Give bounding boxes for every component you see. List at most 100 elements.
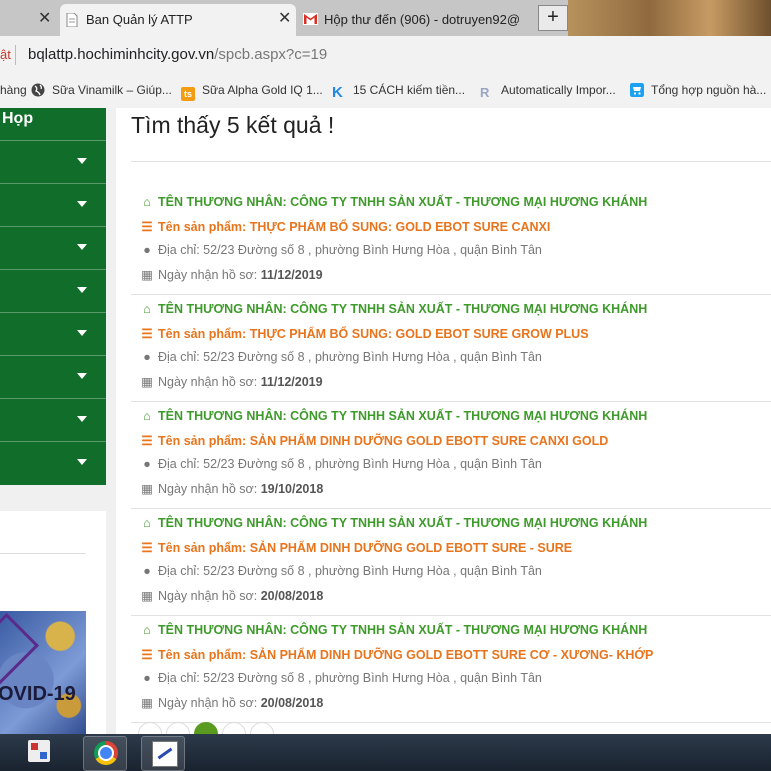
- page-button[interactable]: [250, 722, 274, 734]
- banner-shape: [0, 612, 40, 686]
- tab-close-icon[interactable]: ✕: [38, 10, 51, 28]
- address-line: ● Địa chỉ: 52/23 Đường số 8 , phường Bình…: [141, 457, 542, 471]
- address-label: Địa chỉ:: [158, 457, 200, 471]
- address-value: 52/23 Đường số 8 , phường Bình Hưng Hòa …: [203, 243, 542, 257]
- address-label: Địa chỉ:: [158, 671, 200, 685]
- caret-down-icon: [77, 373, 87, 379]
- product-name: SẢN PHẨM DINH DƯỠNG GOLD EBOTT SURE CANX…: [249, 434, 609, 448]
- ime-icon: [28, 740, 50, 762]
- bookmark-item[interactable]: Sữa Vinamilk – Giúp...: [31, 83, 172, 97]
- security-status[interactable]: ật: [0, 47, 11, 62]
- page-button[interactable]: [166, 722, 190, 734]
- result-item: ⌂ TÊN THƯƠNG NHÂN: CÔNG TY TNHH SẢN XUẤT …: [131, 294, 771, 402]
- results-panel: Tìm thấy 5 kết quả ! ⌂ TÊN THƯƠNG NHÂN: C…: [116, 108, 771, 734]
- bookmark-item[interactable]: R Automatically Impor...: [480, 83, 616, 100]
- tab-previous[interactable]: ✕: [0, 4, 58, 36]
- page-button[interactable]: [138, 722, 162, 734]
- calendar-icon: ▦: [141, 375, 153, 389]
- sidebar-menu-item[interactable]: [0, 269, 106, 312]
- gmail-icon: [303, 13, 318, 25]
- bookmark-item[interactable]: ts Sữa Alpha Gold IQ 1...: [181, 83, 323, 101]
- date-value: 11/12/2019: [260, 268, 323, 282]
- date-line: ▦ Ngày nhận hồ sơ: 11/12/2019: [141, 267, 323, 282]
- bookmark-item[interactable]: hàng: [0, 83, 27, 97]
- url-path: /spcb.aspx?c=19: [214, 46, 328, 63]
- result-item: ⌂ TÊN THƯƠNG NHÂN: CÔNG TY TNHH SẢN XUẤT …: [131, 187, 771, 295]
- divider: [0, 553, 86, 554]
- product-line[interactable]: ☰ Tên sản phẩm: THỰC PHẨM BỔ SUNG: GOLD E…: [141, 326, 588, 341]
- bookmark-item[interactable]: K 15 CÁCH kiếm tiền...: [332, 83, 465, 100]
- product-line[interactable]: ☰ Tên sản phẩm: SẢN PHẨM DINH DƯỠNG GOLD …: [141, 540, 572, 555]
- date-label: Ngày nhận hồ sơ:: [158, 696, 258, 710]
- divider: [131, 161, 771, 162]
- address-value: 52/23 Đường số 8 , phường Bình Hưng Hòa …: [203, 350, 542, 364]
- map-marker-icon: ●: [143, 243, 151, 257]
- date-label: Ngày nhận hồ sơ:: [158, 375, 258, 389]
- caret-down-icon: [77, 416, 87, 422]
- sidebar-menu-item[interactable]: [0, 312, 106, 355]
- merchant-line[interactable]: ⌂ TÊN THƯƠNG NHÂN: CÔNG TY TNHH SẢN XUẤT …: [141, 409, 647, 423]
- kr-icon: R: [480, 85, 490, 100]
- k-icon: K: [332, 84, 343, 101]
- bookmark-item[interactable]: Tổng hợp nguồn hà...: [630, 83, 766, 97]
- sidebar-menu-item[interactable]: [0, 226, 106, 269]
- sidebar-heading[interactable]: Họp: [0, 108, 106, 140]
- merchant-line[interactable]: ⌂ TÊN THƯƠNG NHÂN: CÔNG TY TNHH SẢN XUẤT …: [141, 623, 647, 637]
- product-label: Tên sản phẩm:: [158, 327, 247, 341]
- date-label: Ngày nhận hồ sơ:: [158, 482, 258, 496]
- sidebar-menu-item[interactable]: [0, 140, 106, 183]
- address-line: ● Địa chỉ: 52/23 Đường số 8 , phường Bình…: [141, 350, 542, 364]
- caret-down-icon: [77, 330, 87, 336]
- merchant-line[interactable]: ⌂ TÊN THƯƠNG NHÂN: CÔNG TY TNHH SẢN XUẤT …: [141, 302, 647, 316]
- product-line[interactable]: ☰ Tên sản phẩm: SẢN PHẨM DINH DƯỠNG GOLD …: [141, 647, 653, 662]
- product-label: Tên sản phẩm:: [158, 434, 247, 448]
- home-icon: ⌂: [143, 409, 151, 423]
- list-icon: ☰: [141, 541, 153, 555]
- address-value: 52/23 Đường số 8 , phường Bình Hưng Hòa …: [203, 564, 542, 578]
- url-host: bqlattp.hochiminhcity.gov.vn: [28, 46, 215, 63]
- tab-close-icon[interactable]: ✕: [278, 10, 291, 28]
- product-line[interactable]: ☰ Tên sản phẩm: SẢN PHẨM DINH DƯỠNG GOLD …: [141, 433, 608, 448]
- page-button[interactable]: [194, 722, 218, 734]
- merchant-label: TÊN THƯƠNG NHÂN:: [158, 195, 287, 209]
- caret-down-icon: [77, 158, 87, 164]
- taskbar-app-ime[interactable]: [18, 736, 60, 769]
- bookmark-label: 15 CÁCH kiếm tiền...: [353, 83, 466, 97]
- product-name: SẢN PHẨM DINH DƯỠNG GOLD EBOTT SURE CƠ -…: [249, 648, 654, 662]
- address-bar[interactable]: ật bqlattp.hochiminhcity.gov.vn/spcb.asp…: [0, 36, 771, 74]
- product-line[interactable]: ☰ Tên sản phẩm: THỰC PHẨM BỔ SUNG: GOLD E…: [141, 219, 550, 234]
- sidebar-menu-item[interactable]: [0, 355, 106, 398]
- bookmark-label: Sữa Vinamilk – Giúp...: [52, 83, 172, 97]
- date-line: ▦ Ngày nhận hồ sơ: 11/12/2019: [141, 374, 323, 389]
- address-label: Địa chỉ:: [158, 564, 200, 578]
- date-line: ▦ Ngày nhận hồ sơ: 20/08/2018: [141, 695, 323, 710]
- address-value: 52/23 Đường số 8 , phường Bình Hưng Hòa …: [203, 671, 542, 685]
- list-icon: ☰: [141, 648, 153, 662]
- list-icon: ☰: [141, 434, 153, 448]
- sidebar-menu-item[interactable]: [0, 441, 106, 484]
- desktop-wallpaper: [568, 0, 771, 36]
- tab-active[interactable]: Ban Quản lý ATTP ✕: [60, 4, 296, 36]
- page-button[interactable]: [222, 722, 246, 734]
- cart-icon: [630, 83, 644, 97]
- date-value: 20/08/2018: [260, 696, 324, 710]
- taskbar-app-paint[interactable]: [141, 736, 185, 771]
- caret-down-icon: [77, 244, 87, 250]
- covid-banner[interactable]: OVID-19: [0, 611, 86, 734]
- sidebar-widget: OVID-19: [0, 511, 106, 734]
- tab-gmail[interactable]: Hộp thư đến (906) - dotruyen92@: [298, 4, 536, 36]
- merchant-line[interactable]: ⌂ TÊN THƯƠNG NHÂN: CÔNG TY TNHH SẢN XUẤT …: [141, 195, 647, 209]
- merchant-line[interactable]: ⌂ TÊN THƯƠNG NHÂN: CÔNG TY TNHH SẢN XUẤT …: [141, 516, 647, 530]
- taskbar-app-chrome[interactable]: [83, 736, 127, 771]
- new-tab-button[interactable]: +: [538, 5, 568, 31]
- caret-down-icon: [77, 287, 87, 293]
- merchant-label: TÊN THƯƠNG NHÂN:: [158, 516, 287, 530]
- globe-icon: [31, 83, 45, 97]
- home-icon: ⌂: [143, 623, 151, 637]
- sidebar-menu-item[interactable]: [0, 398, 106, 441]
- address-value: 52/23 Đường số 8 , phường Bình Hưng Hòa …: [203, 457, 542, 471]
- url-text[interactable]: bqlattp.hochiminhcity.gov.vn/spcb.aspx?c…: [28, 46, 327, 63]
- caret-down-icon: [77, 201, 87, 207]
- home-icon: ⌂: [143, 302, 151, 316]
- sidebar-menu-item[interactable]: [0, 183, 106, 226]
